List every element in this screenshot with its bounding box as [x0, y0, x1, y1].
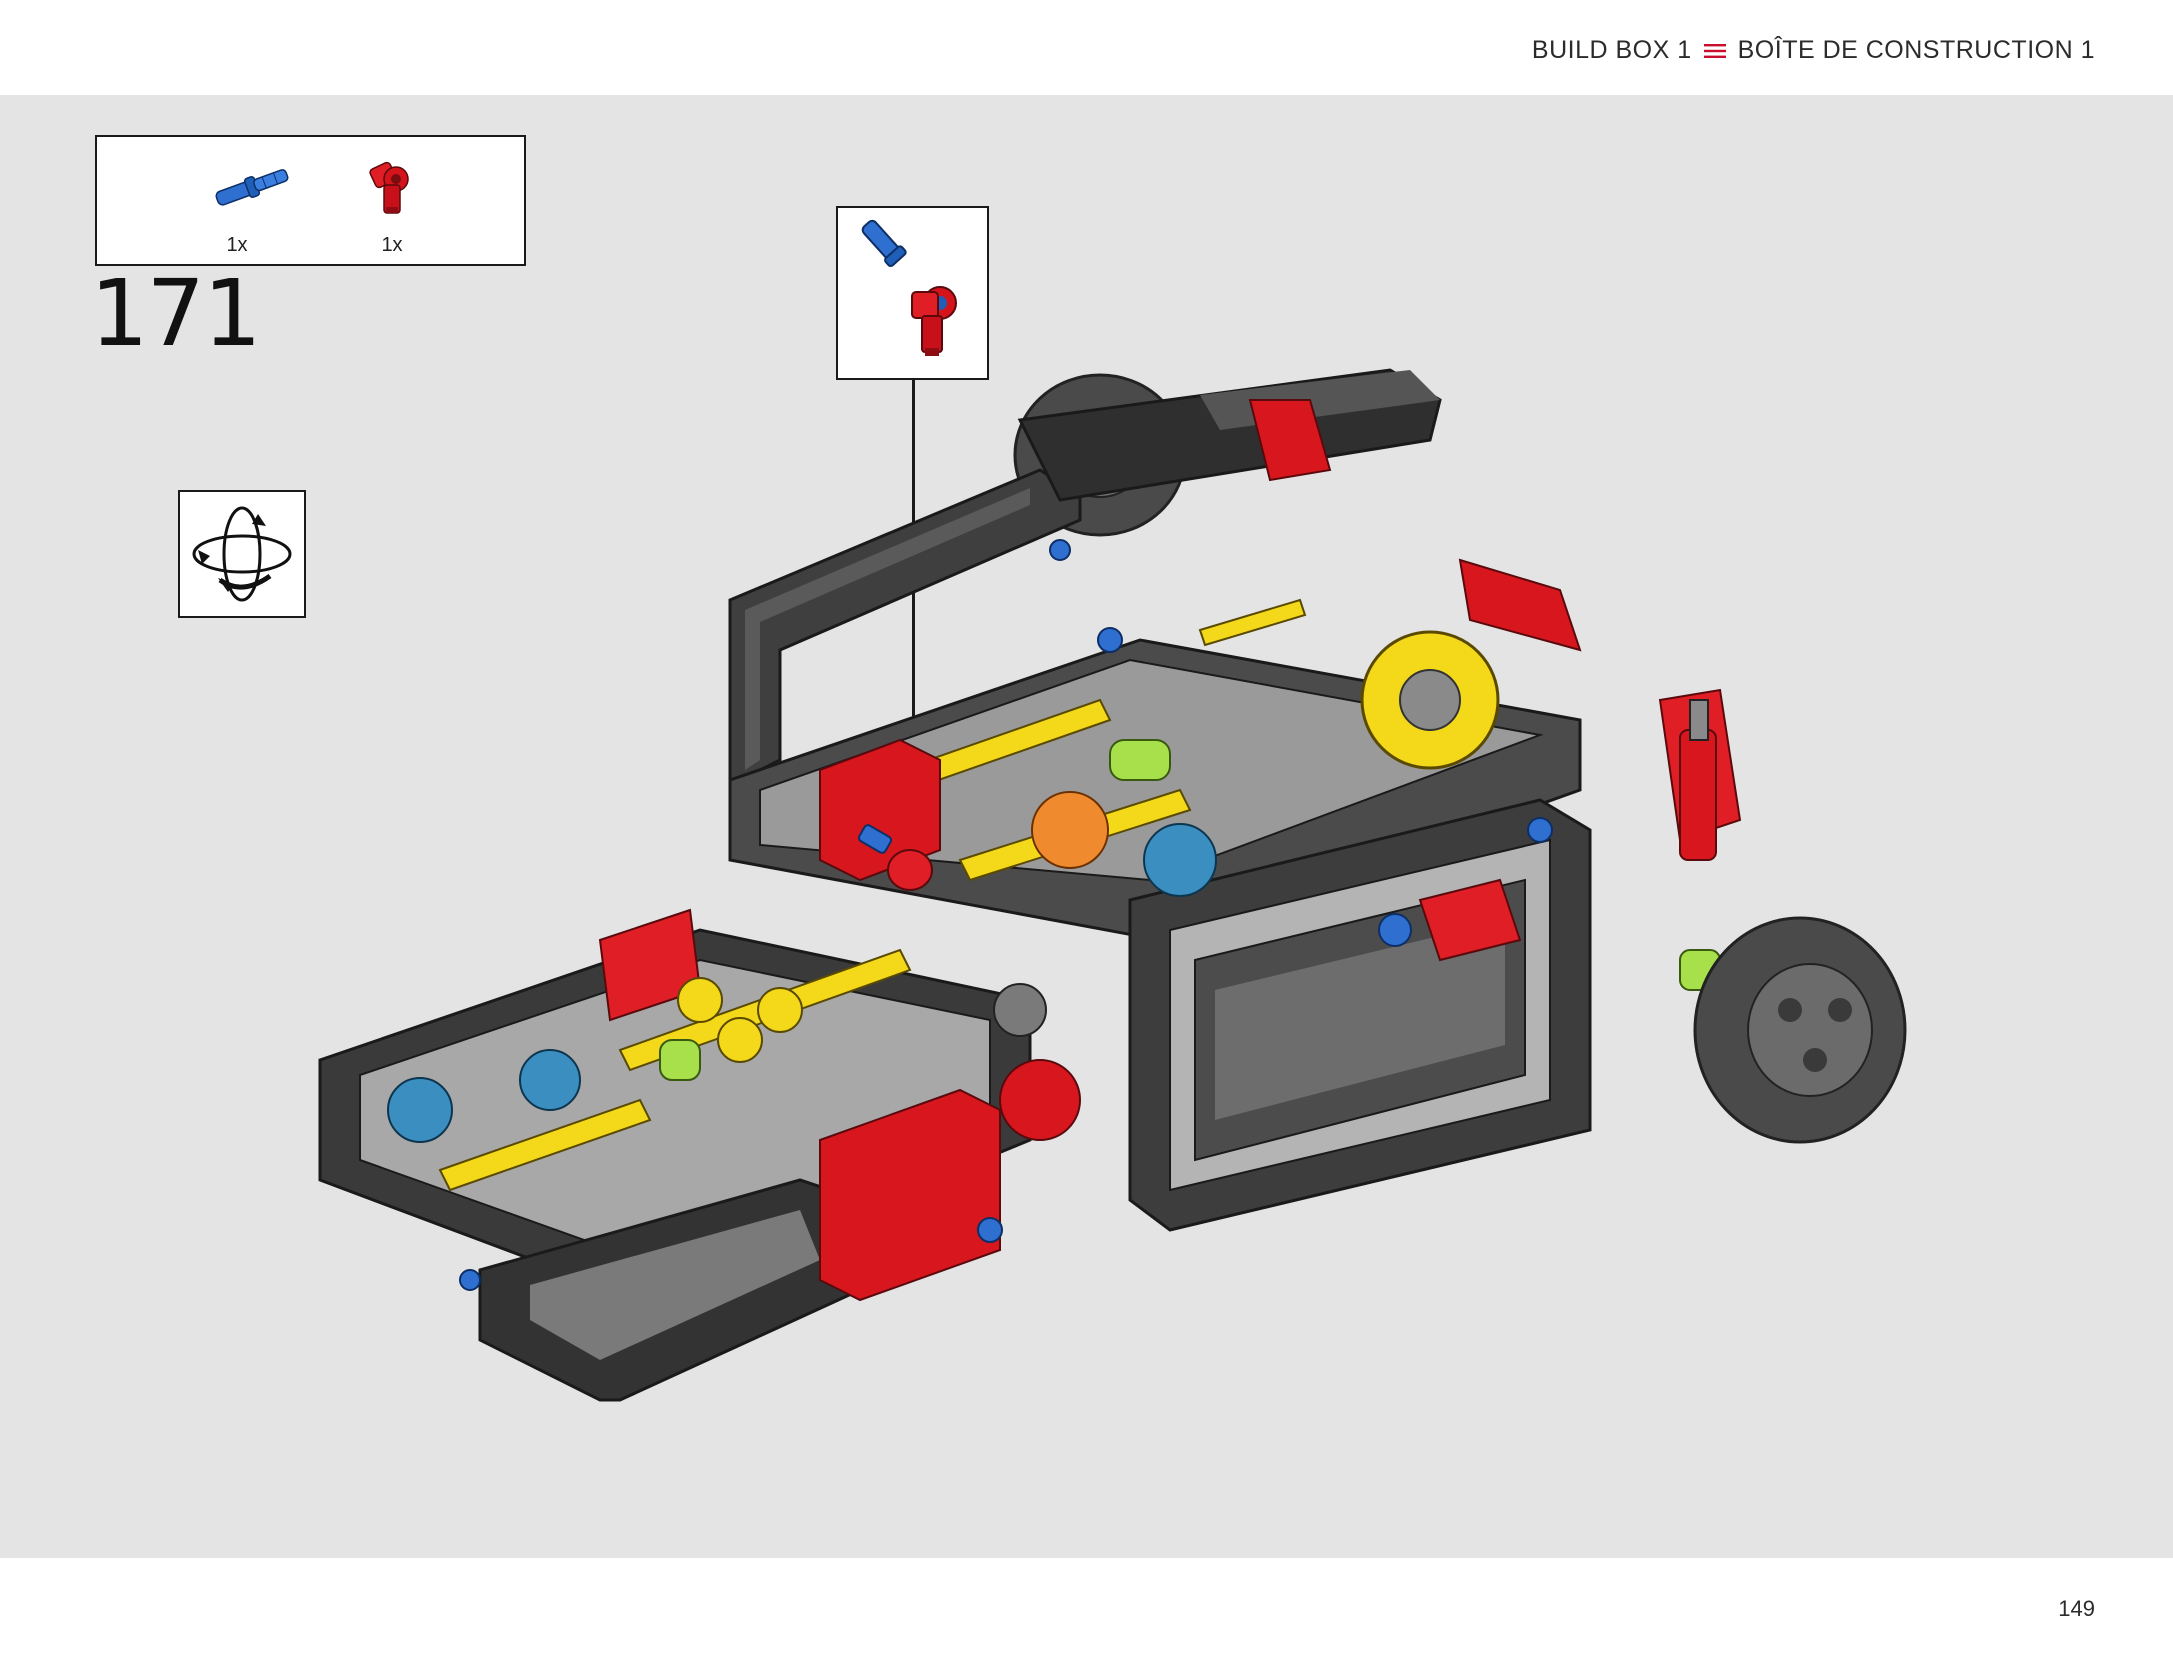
model-illustration	[318, 368, 1907, 1402]
page-footer	[0, 1558, 2173, 1654]
wheel-front-right	[1693, 916, 1907, 1144]
page-number: 149	[2058, 1596, 2095, 1621]
